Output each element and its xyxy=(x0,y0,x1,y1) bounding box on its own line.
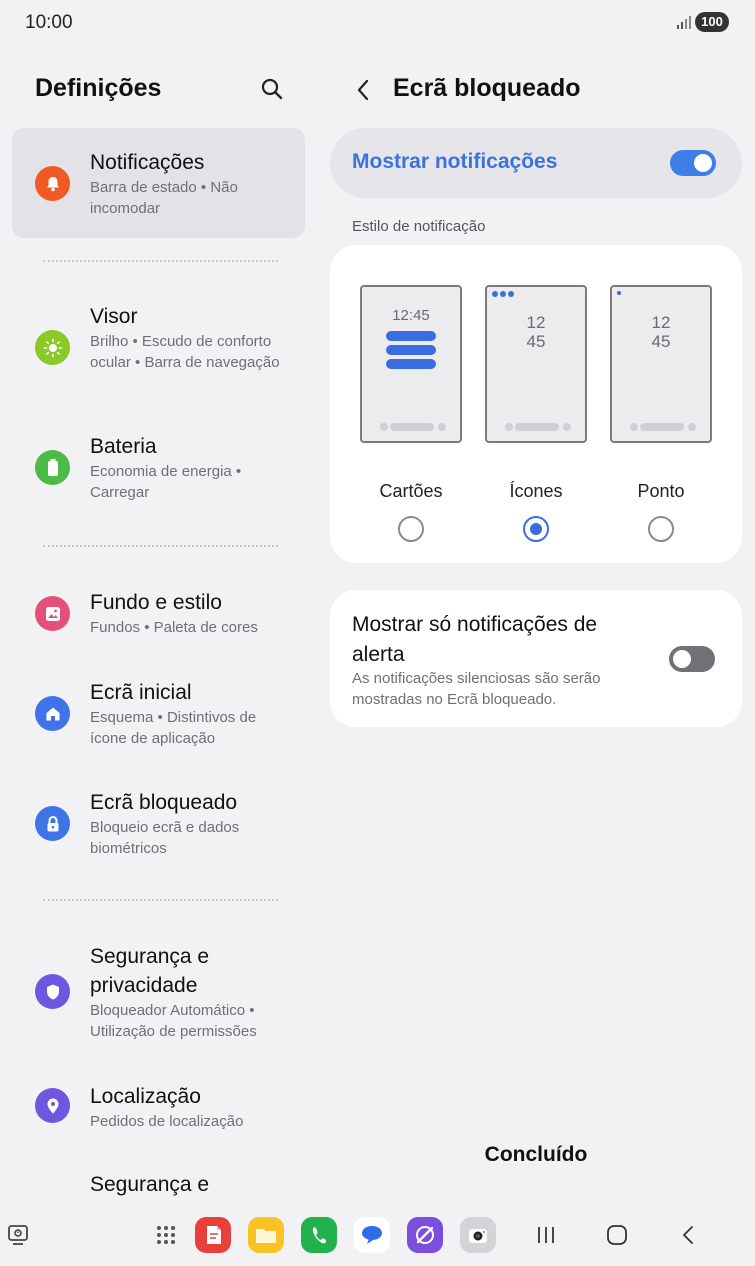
preview-notification-icons xyxy=(492,291,514,297)
sidebar-item-title: Segurança e privacidade xyxy=(90,945,210,997)
lock-icon xyxy=(35,806,70,841)
sidebar-item-visor[interactable]: Visor Brilho • Escudo de conforto ocular… xyxy=(12,296,305,406)
bell-icon xyxy=(35,166,70,201)
icons-style-label: Ícones xyxy=(509,481,563,501)
battery-icon xyxy=(35,450,70,485)
back-nav-button[interactable] xyxy=(670,1219,706,1251)
sidebar-item-subtitle: Barra de estado • Não incomodar xyxy=(90,179,238,217)
sidebar-item-title: Fundo e estilo xyxy=(90,591,222,614)
status-time: 10:00 xyxy=(25,12,73,33)
alert-only-subtitle: As notificações silenciosas são serão mo… xyxy=(352,670,601,708)
divider xyxy=(43,545,278,547)
sidebar-item-subtitle: Esquema • Distintivos de ícone de aplica… xyxy=(90,709,257,747)
notes-app-icon[interactable] xyxy=(195,1217,231,1253)
sidebar-item-title: Ecrã bloqueado xyxy=(90,791,238,814)
cards-style-label: Cartões xyxy=(379,481,443,501)
alert-only-row[interactable]: Mostrar só notificações de alerta As not… xyxy=(330,590,742,727)
sidebar-item-localizacao[interactable]: Localização Pedidos de localização xyxy=(12,1076,305,1140)
home-circle-icon xyxy=(607,1225,627,1245)
notification-style-card: 12:45 12 45 12 45 Cartões Ícones Ponto xyxy=(330,245,742,563)
preview-nav-bar xyxy=(362,423,460,431)
app-drawer-icon[interactable] xyxy=(148,1219,184,1251)
notification-style-label: Estilo de notificação xyxy=(352,218,486,235)
sidebar-item-subtitle: Pedidos de localização xyxy=(90,1113,244,1130)
preview-nav-bar xyxy=(487,423,585,431)
files-app-icon[interactable] xyxy=(248,1217,284,1253)
sidebar-item-fundo-e-estilo[interactable]: Fundo e estilo Fundos • Paleta de cores xyxy=(12,582,305,646)
phone-app-icon[interactable] xyxy=(301,1217,337,1253)
sidebar-item-seguranca-e[interactable]: Segurança e xyxy=(12,1164,305,1202)
sidebar-item-bateria[interactable]: Bateria Economia de energia • Carregar xyxy=(12,428,305,508)
settings-list-pane: Definições Notificações Barra de estado … xyxy=(0,46,318,1202)
show-notifications-row[interactable]: Mostrar notificações xyxy=(330,128,742,198)
back-button[interactable] xyxy=(348,73,378,107)
sidebar-item-title: Bateria xyxy=(90,435,157,458)
preview-clock: 12 45 xyxy=(651,313,671,351)
page-title: Definições xyxy=(35,74,162,102)
chevron-left-icon xyxy=(357,79,369,101)
battery-icon: 100 xyxy=(695,12,729,32)
taskbar xyxy=(0,1202,755,1266)
alert-only-toggle[interactable] xyxy=(669,646,715,672)
sidebar-item-ecra-inicial[interactable]: Ecrã inicial Esquema • Distintivos de íc… xyxy=(12,672,305,756)
signal-icon xyxy=(677,16,691,29)
divider xyxy=(43,899,278,901)
browser-app-icon[interactable] xyxy=(407,1217,443,1253)
preview-notification-dot xyxy=(617,291,621,297)
location-pin-icon xyxy=(35,1088,70,1123)
sidebar-item-title: Visor xyxy=(90,305,138,328)
messages-app-icon[interactable] xyxy=(354,1217,390,1253)
sidebar-item-subtitle: Bloqueio ecrã e dados biométricos xyxy=(90,819,240,857)
preview-card-bar xyxy=(386,345,436,355)
search-icon xyxy=(261,78,283,100)
recent-screenshot-icon[interactable] xyxy=(0,1219,36,1251)
search-button[interactable] xyxy=(255,72,289,106)
dot-style-radio[interactable] xyxy=(648,516,674,542)
sidebar-item-subtitle: Bloqueador Automático • Utilização de pe… xyxy=(90,1002,257,1040)
icons-style-radio[interactable] xyxy=(523,516,549,542)
icons-style-preview[interactable]: 12 45 xyxy=(485,285,587,443)
sidebar-item-notificacoes[interactable]: Notificações Barra de estado • Não incom… xyxy=(12,128,305,238)
divider xyxy=(43,260,278,262)
done-button[interactable]: Concluído xyxy=(468,1143,604,1173)
cards-style-radio[interactable] xyxy=(398,516,424,542)
preview-time: 12:45 xyxy=(392,307,430,324)
sun-icon xyxy=(35,330,70,365)
sidebar-item-subtitle: Economia de energia • Carregar xyxy=(90,463,242,501)
chevron-left-icon xyxy=(683,1226,693,1244)
sidebar-item-ecra-bloqueado[interactable]: Ecrã bloqueado Bloqueio ecrã e dados bio… xyxy=(12,782,305,866)
preview-clock: 12 45 xyxy=(526,313,546,351)
home-icon xyxy=(35,696,70,731)
preview-nav-bar xyxy=(612,423,710,431)
home-button[interactable] xyxy=(599,1219,635,1251)
dot-style-preview[interactable]: 12 45 xyxy=(610,285,712,443)
sidebar-item-subtitle: Brilho • Escudo de conforto ocular • Bar… xyxy=(90,333,280,371)
recents-button[interactable] xyxy=(528,1219,564,1251)
sidebar-item-title: Localização xyxy=(90,1085,201,1108)
camera-app-icon[interactable] xyxy=(460,1217,496,1253)
shield-icon xyxy=(35,974,70,1009)
cards-style-preview[interactable]: 12:45 xyxy=(360,285,462,443)
preview-card-bar xyxy=(386,331,436,341)
show-notifications-label: Mostrar notificações xyxy=(352,150,558,173)
sidebar-item-seguranca-e-privacidade[interactable]: Segurança e privacidade Bloqueador Autom… xyxy=(12,936,305,1048)
sidebar-item-title: Segurança e xyxy=(90,1173,210,1196)
sidebar-item-title: Ecrã inicial xyxy=(90,681,192,704)
alert-only-title: Mostrar só notificações de alerta xyxy=(352,613,598,666)
status-bar: 10:00 100 xyxy=(0,0,755,46)
preview-card-bar xyxy=(386,359,436,369)
detail-title: Ecrã bloqueado xyxy=(393,74,581,102)
image-icon xyxy=(35,596,70,631)
sidebar-item-title: Notificações xyxy=(90,151,205,174)
sidebar-item-subtitle: Fundos • Paleta de cores xyxy=(90,619,258,636)
dot-style-label: Ponto xyxy=(637,481,685,501)
show-notifications-toggle[interactable] xyxy=(670,150,716,176)
lock-screen-notifications-pane: Ecrã bloqueado Mostrar notificações Esti… xyxy=(318,46,755,1202)
recents-icon xyxy=(538,1227,554,1243)
